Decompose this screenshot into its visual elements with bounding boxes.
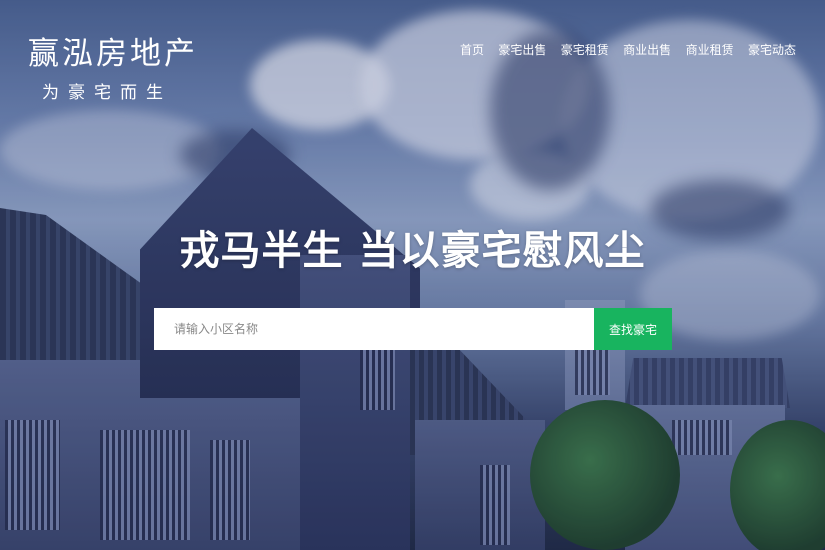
nav-item-commercial-sale[interactable]: 商业出售 [621,41,673,58]
nav-item-commercial-rent[interactable]: 商业租赁 [684,41,736,58]
nav-item-home[interactable]: 首页 [458,41,486,58]
nav-item-luxury-sale[interactable]: 豪宅出售 [496,41,548,58]
search-bar: 查找豪宅 [154,308,672,350]
main-nav: 首页 豪宅出售 豪宅租赁 商业出售 商业租赁 豪宅动态 [458,41,798,58]
hero-banner: 赢泓房地产 为豪宅而生 首页 豪宅出售 豪宅租赁 商业出售 商业租赁 豪宅动态 … [0,0,825,550]
search-button[interactable]: 查找豪宅 [594,308,672,350]
nav-item-luxury-rent[interactable]: 豪宅租赁 [559,41,611,58]
brand-slogan: 为豪宅而生 [42,83,172,103]
hero-headline: 戎马半生 当以豪宅慰风尘 [179,228,646,274]
search-input[interactable] [154,308,594,350]
brand-name: 赢泓房地产 [28,36,198,72]
logo[interactable]: 赢泓房地产 为豪宅而生 [28,36,198,103]
nav-item-luxury-news[interactable]: 豪宅动态 [746,41,798,58]
